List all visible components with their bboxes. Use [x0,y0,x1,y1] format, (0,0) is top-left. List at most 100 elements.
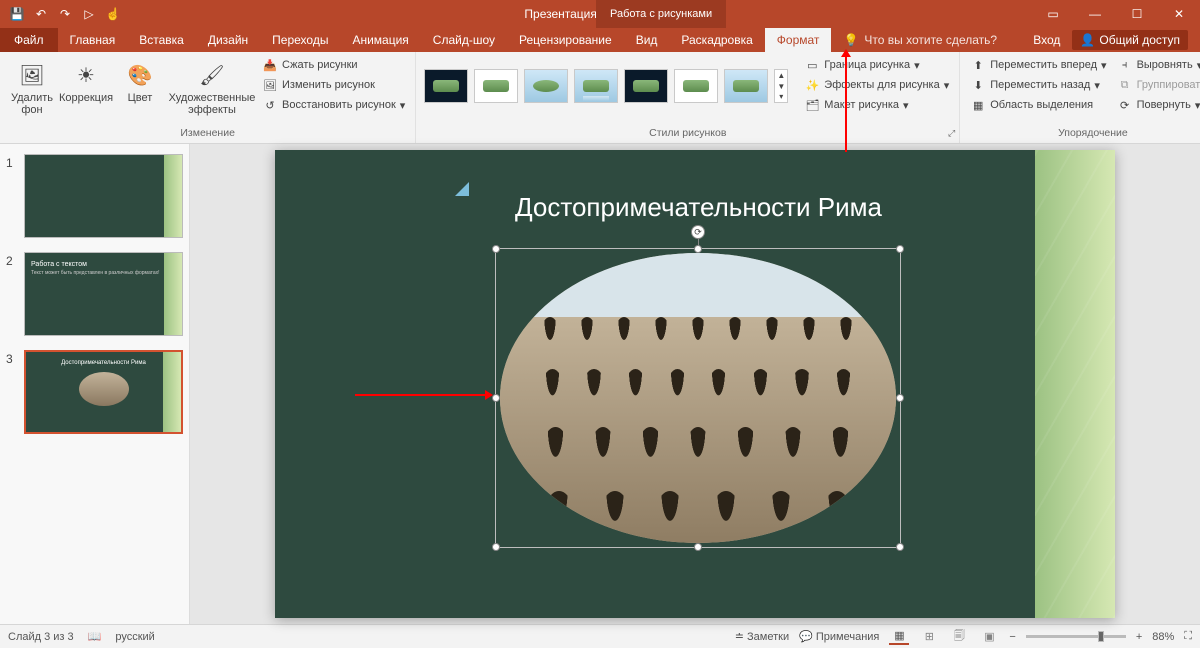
group-arrange-label: Упорядочение [968,127,1200,141]
group-icon: ⧉ [1117,77,1133,93]
picture-style-4[interactable] [574,69,618,103]
zoom-slider[interactable] [1026,635,1126,638]
fit-to-window-button[interactable]: ⛶ [1184,630,1192,643]
remove-background-button[interactable]: 🖼Удалить фон [8,56,56,116]
border-icon: ▭ [804,57,820,73]
language-status[interactable]: русский [115,631,154,643]
picture-border-button[interactable]: ▭Граница рисунка ▾ [802,56,951,74]
resize-handle-t[interactable] [694,245,702,253]
notes-button[interactable]: ≐ Заметки [735,630,789,643]
tell-me[interactable]: 💡Что вы хотите сделать? [831,28,1009,52]
picture-layout-button[interactable]: 🗂Макет рисунка ▾ [802,96,951,114]
align-label: Выровнять [1137,59,1193,71]
picture-effects-button[interactable]: ✨Эффекты для рисунка ▾ [802,76,951,94]
titlebar: 💾 ↶ ↷ ▷ ☝ Презентация1 - PowerPoint Рабо… [0,0,1200,28]
picture-style-2[interactable] [474,69,518,103]
picture-style-6[interactable] [674,69,718,103]
reset-label: Восстановить рисунок [282,99,396,111]
sign-in-link[interactable]: Вход [1033,33,1060,47]
zoom-out-button[interactable]: − [1009,631,1015,643]
spellcheck-icon[interactable]: 📖 [88,630,102,643]
bring-forward-button[interactable]: ⬆Переместить вперед ▾ [968,56,1108,74]
rotate-handle[interactable]: ⟳ [691,225,705,239]
resize-handle-tr[interactable] [896,245,904,253]
picture-style-5[interactable] [624,69,668,103]
picture-styles-gallery: ▲▼▾ [424,56,788,116]
resize-handle-tl[interactable] [492,245,500,253]
reset-picture-button[interactable]: ↺Восстановить рисунок ▾ [260,96,407,114]
undo-icon[interactable]: ↶ [30,3,52,25]
context-tab-header: Работа с рисунками [596,0,726,28]
ribbon-displayoptions-icon[interactable]: ▭ [1032,0,1074,28]
group-arrange: ⬆Переместить вперед ▾ ⬇Переместить назад… [960,52,1200,143]
resize-handle-r[interactable] [896,394,904,402]
backward-label: Переместить назад [990,79,1090,91]
forward-label: Переместить вперед [990,59,1097,71]
picture-style-3[interactable] [524,69,568,103]
view-normal-button[interactable]: ▦ [889,629,909,645]
thumb-2-sub: Текст может быть представлен в различных… [25,270,182,277]
tab-format[interactable]: Формат [765,28,832,52]
compress-label: Сжать рисунки [282,59,358,71]
slide[interactable]: Достопримечательности Рима ⟳ [275,150,1115,618]
resize-handle-b[interactable] [694,543,702,551]
color-icon: 🎨 [125,60,155,90]
color-button[interactable]: 🎨Цвет [116,56,164,104]
picture-style-1[interactable] [424,69,468,103]
thumb-2-title: Работа с текстом [25,253,182,270]
person-icon: 👤 [1080,33,1095,47]
tab-slideshow[interactable]: Слайд-шоу [421,28,507,52]
maximize-button[interactable]: ☐ [1116,0,1158,28]
thumb-3-num: 3 [6,350,18,434]
change-picture-button[interactable]: 🖼Изменить рисунок [260,76,407,94]
redo-icon[interactable]: ↷ [54,3,76,25]
layout-icon: 🗂 [804,97,820,113]
rotate-button[interactable]: ⟳Повернуть ▾ [1115,96,1200,114]
picture-selection[interactable]: ⟳ [495,248,901,548]
corrections-button[interactable]: ☀Коррекция [62,56,110,104]
tab-storyboarding[interactable]: Раскадровка [669,28,764,52]
tab-insert[interactable]: Вставка [127,28,196,52]
tab-design[interactable]: Дизайн [196,28,260,52]
save-icon[interactable]: 💾 [6,3,28,25]
tab-home[interactable]: Главная [58,28,128,52]
align-button[interactable]: ⫞Выровнять ▾ [1115,56,1200,74]
slide-thumbnail-3[interactable]: Достопримечательности Рима [24,350,183,434]
zoom-level[interactable]: 88% [1152,631,1174,643]
selection-pane-button[interactable]: ▦Область выделения [968,96,1108,114]
picture-style-7[interactable] [724,69,768,103]
send-backward-button[interactable]: ⬇Переместить назад ▾ [968,76,1108,94]
tab-file[interactable]: Файл [0,28,58,52]
tab-view[interactable]: Вид [624,28,670,52]
view-slideshow-button[interactable]: ▣ [979,629,999,645]
close-button[interactable]: ✕ [1158,0,1200,28]
corrections-icon: ☀ [71,60,101,90]
reset-icon: ↺ [262,97,278,113]
border-label: Граница рисунка [824,59,910,71]
tab-transitions[interactable]: Переходы [260,28,340,52]
bring-forward-icon: ⬆ [970,57,986,73]
selection-label: Область выделения [990,99,1093,111]
slide-thumbnail-2[interactable]: Работа с текстом Текст может быть предст… [24,252,183,336]
styles-launcher[interactable]: ⤢ [948,128,955,139]
zoom-in-button[interactable]: + [1136,631,1142,643]
touchmode-icon[interactable]: ☝ [102,3,124,25]
view-reading-button[interactable]: 🗐 [949,629,969,645]
window-controls: ▭ — ☐ ✕ [1032,0,1200,28]
resize-handle-br[interactable] [896,543,904,551]
view-sorter-button[interactable]: ⊞ [919,629,939,645]
artistic-effects-button[interactable]: 🖌Художественные эффекты [170,56,254,116]
resize-handle-bl[interactable] [492,543,500,551]
align-icon: ⫞ [1117,57,1133,73]
slide-thumbnail-1[interactable] [24,154,183,238]
comments-button[interactable]: 💬 Примечания [799,630,879,643]
share-button[interactable]: 👤Общий доступ [1072,30,1188,50]
colosseum-image [500,253,896,543]
tab-review[interactable]: Рецензирование [507,28,624,52]
slideshow-icon[interactable]: ▷ [78,3,100,25]
compress-pictures-button[interactable]: 📥Сжать рисунки [260,56,407,74]
slide-title[interactable]: Достопримечательности Рима [515,192,882,223]
styles-gallery-more[interactable]: ▲▼▾ [774,69,788,103]
minimize-button[interactable]: — [1074,0,1116,28]
tab-animations[interactable]: Анимация [340,28,420,52]
